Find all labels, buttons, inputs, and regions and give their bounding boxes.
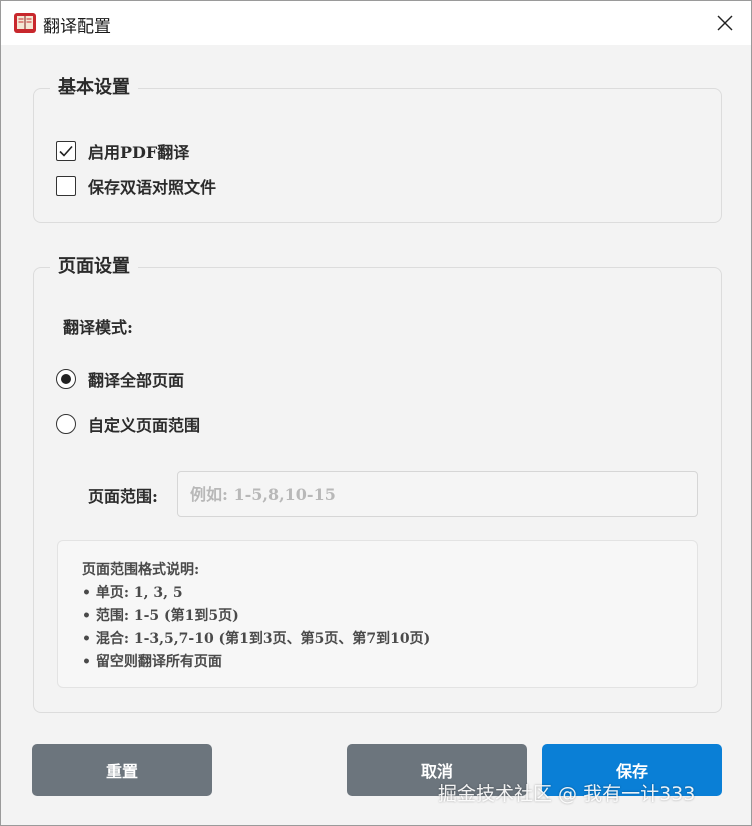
page-range-help-box: 页面范围格式说明: • 单页: 1, 3, 5 • 范围: 1-5 (第1到5页… xyxy=(57,540,698,688)
translate-all-pages-label: 翻译全部页面 xyxy=(88,371,185,390)
cancel-button[interactable]: 取消 xyxy=(347,744,527,796)
save-button[interactable]: 保存 xyxy=(542,744,722,796)
checkbox-box[interactable] xyxy=(56,176,76,196)
book-icon xyxy=(13,11,37,35)
translation-mode-label: 翻译模式: xyxy=(63,318,133,337)
page-settings-group: 页面设置 翻译模式: 翻译全部页面 自定义页面范围 页面范围: 页面范围格式说明… xyxy=(33,255,722,713)
save-bilingual-file-checkbox[interactable]: 保存双语对照文件 xyxy=(56,174,216,198)
save-bilingual-file-label: 保存双语对照文件 xyxy=(88,178,217,197)
help-line-single: • 单页: 1, 3, 5 xyxy=(82,585,183,601)
page-settings-title: 页面设置 xyxy=(50,255,138,279)
help-title: 页面范围格式说明: xyxy=(82,562,200,578)
radio-translate-all-pages[interactable]: 翻译全部页面 xyxy=(56,367,184,391)
page-range-label: 页面范围: xyxy=(88,487,158,506)
help-line-empty: • 留空则翻译所有页面 xyxy=(82,654,222,670)
radio-selected-dot xyxy=(61,374,71,384)
help-line-mixed: • 混合: 1-3,5,7-10 (第1到3页、第5页、第7到10页) xyxy=(82,631,431,647)
basic-settings-title: 基本设置 xyxy=(50,76,138,100)
reset-button[interactable]: 重置 xyxy=(32,744,212,796)
checkbox-box[interactable] xyxy=(56,141,76,161)
radio-button[interactable] xyxy=(56,414,76,434)
radio-button[interactable] xyxy=(56,369,76,389)
title-bar: 翻译配置 xyxy=(1,1,751,45)
translation-config-dialog: 翻译配置 基本设置 启用PDF翻译 保存双语对照文件 页面设置 翻译模式: 翻译… xyxy=(0,0,752,826)
page-range-input[interactable] xyxy=(177,471,698,517)
custom-page-range-label: 自定义页面范围 xyxy=(88,416,201,435)
help-line-range: • 范围: 1-5 (第1到5页) xyxy=(82,608,239,624)
close-icon xyxy=(717,15,733,31)
basic-settings-group: 基本设置 启用PDF翻译 保存双语对照文件 xyxy=(33,76,722,223)
enable-pdf-translation-label: 启用PDF翻译 xyxy=(88,143,190,162)
enable-pdf-translation-checkbox[interactable]: 启用PDF翻译 xyxy=(56,139,189,163)
window-title: 翻译配置 xyxy=(43,17,111,37)
checkmark-icon xyxy=(59,145,73,157)
close-button[interactable] xyxy=(705,3,745,43)
radio-custom-page-range[interactable]: 自定义页面范围 xyxy=(56,412,200,436)
